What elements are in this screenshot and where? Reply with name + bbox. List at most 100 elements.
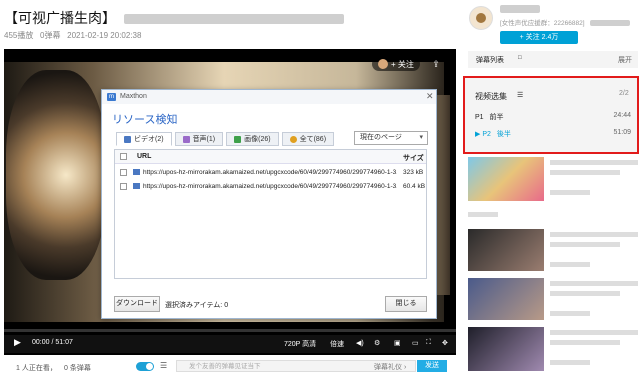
video-meta: 455播放 0弹幕 2021-02-19 20:02:38 bbox=[4, 30, 141, 41]
episode-duration: 24:44 bbox=[613, 112, 631, 119]
episode-count: 2/2 bbox=[619, 90, 629, 97]
fullscreen-icon[interactable]: ✥ bbox=[442, 339, 448, 347]
row-url: https://upos-hz-mirrorakam.akamaized.net… bbox=[143, 183, 397, 190]
player-follow-label: + 关注 bbox=[391, 59, 414, 69]
quality-select[interactable]: 720P 高清 bbox=[284, 339, 316, 349]
select-all-checkbox[interactable] bbox=[120, 153, 127, 160]
info-icon: □ bbox=[518, 55, 522, 61]
resource-list: URL サイズ https://upos-hz-mirrorakam.akama… bbox=[114, 149, 427, 279]
danmaku-toggle[interactable] bbox=[136, 362, 154, 371]
uploader-name-blurred[interactable] bbox=[500, 5, 540, 13]
danmaku-loaded: 0 条弹幕 bbox=[64, 365, 91, 372]
recommended-thumbnail[interactable] bbox=[468, 157, 544, 201]
row-checkbox[interactable] bbox=[120, 169, 127, 176]
tab-images-label: 画像(26) bbox=[244, 136, 271, 143]
uploader-avatar[interactable] bbox=[469, 6, 493, 30]
resource-tabs: ビデオ(2) 音声(1) 画像(26) 全て(86) bbox=[116, 132, 335, 146]
tab-all[interactable]: 全て(86) bbox=[281, 132, 335, 146]
danmaku-list-header[interactable]: 弹幕列表 □ 展开 bbox=[468, 51, 638, 68]
play-icon[interactable]: ▶ bbox=[14, 337, 21, 348]
episode-item[interactable]: P1 前半 24:44 bbox=[475, 112, 631, 122]
danmaku-bar: 1 人正在看， 0 条弹幕 ☰ 发个友善的弹幕见证当下 弹幕礼仪 › 发送 bbox=[4, 360, 456, 375]
episode-name: 後半 bbox=[496, 131, 511, 138]
recommended-meta-blurred bbox=[550, 360, 590, 365]
publish-date: 2021-02-19 20:02:38 bbox=[67, 31, 142, 40]
danmaku-etiquette-link[interactable]: 弹幕礼仪 › bbox=[374, 362, 406, 372]
pip-icon[interactable]: ▣ bbox=[394, 339, 401, 347]
recommended-title-blurred bbox=[550, 170, 620, 175]
episode-num: P2 bbox=[482, 131, 491, 138]
danmaku-placeholder: 发个友善的弹幕见证当下 bbox=[189, 363, 261, 370]
watching-count: 1 人正在看， bbox=[16, 365, 57, 372]
tab-video-label: ビデオ(2) bbox=[134, 136, 164, 143]
expand-button[interactable]: 展开 bbox=[618, 55, 632, 65]
episode-item-active[interactable]: ▶ P2 後半 51:09 bbox=[475, 129, 631, 139]
row-url: https://upos-hz-mirrorakam.akamaized.net… bbox=[143, 169, 397, 176]
recommended-title-blurred bbox=[550, 242, 620, 247]
image-icon bbox=[234, 135, 242, 143]
row-checkbox[interactable] bbox=[120, 183, 127, 190]
video-title: 【可视广播生肉】 bbox=[4, 8, 344, 28]
view-count: 455播放 bbox=[4, 31, 34, 40]
title-blurred bbox=[123, 14, 344, 25]
recommended-title-blurred[interactable] bbox=[550, 160, 638, 165]
recommended-meta-blurred bbox=[550, 311, 590, 316]
scope-select[interactable]: 現在のページ bbox=[354, 131, 428, 145]
maxthon-logo-icon: m bbox=[107, 93, 116, 101]
selected-count: 選択済みアイテム: 0 bbox=[165, 302, 229, 309]
episode-num: P1 bbox=[475, 114, 484, 121]
recommended-title-blurred[interactable] bbox=[550, 330, 638, 335]
recommended-title-blurred[interactable] bbox=[550, 281, 638, 286]
recommended-title-blurred bbox=[550, 340, 620, 345]
dialog-titlebar: Maxthon bbox=[102, 90, 436, 104]
tab-video[interactable]: ビデオ(2) bbox=[116, 132, 172, 146]
audio-icon bbox=[182, 135, 190, 143]
uploader-meta: [女性声优应援群：22266882] bbox=[500, 17, 631, 27]
playing-icon: ▶ bbox=[475, 131, 481, 138]
tab-images[interactable]: 画像(26) bbox=[226, 132, 279, 146]
close-icon[interactable]: ✕ bbox=[426, 91, 434, 102]
danmaku-list-label: 弹幕列表 bbox=[476, 57, 504, 64]
close-button[interactable]: 閉じる bbox=[385, 296, 427, 312]
recommended-thumbnail[interactable] bbox=[468, 278, 544, 320]
list-item[interactable]: https://upos-hz-mirrorakam.akamaized.net… bbox=[115, 166, 426, 179]
recommended-meta-blurred bbox=[550, 190, 590, 195]
follow-button[interactable]: + 关注 2.4万 bbox=[500, 31, 578, 44]
tab-audio[interactable]: 音声(1) bbox=[174, 132, 224, 146]
col-url: URL bbox=[137, 153, 152, 160]
danmaku-count: 0弹幕 bbox=[40, 31, 61, 40]
resource-sniffer-dialog: Maxthon m ✕ リソース検知 ビデオ(2) 音声(1) 画像(26) 全… bbox=[101, 89, 437, 319]
recommended-meta-blurred bbox=[468, 212, 498, 217]
video-icon bbox=[124, 135, 131, 143]
recommended-thumbnail[interactable] bbox=[468, 229, 544, 271]
dialog-heading: リソース検知 bbox=[112, 114, 178, 126]
title-text: 【可视广播生肉】 bbox=[4, 10, 116, 26]
player-controls: ▶ 00:00 / 51:07 720P 高清 倍速 ◀) ⚙ ▣ ▭ ⛶ ✥ bbox=[4, 335, 456, 353]
recommended-title-blurred bbox=[550, 291, 620, 296]
row-size: 60.4 kB bbox=[403, 183, 426, 190]
volume-icon[interactable]: ◀) bbox=[356, 339, 364, 347]
time-display: 00:00 / 51:07 bbox=[32, 339, 73, 346]
episode-list: 视频选集 ☰ 2/2 P1 前半 24:44 ▶ P2 後半 51:09 bbox=[463, 76, 639, 154]
fullscreen-page-icon[interactable]: ⛶ bbox=[426, 339, 431, 347]
dialog-app-name: Maxthon bbox=[120, 93, 147, 100]
player-follow-button[interactable]: + 关注 bbox=[372, 57, 420, 71]
recommended-title-blurred[interactable] bbox=[550, 232, 638, 237]
episode-list-title: 视频选集 bbox=[475, 92, 507, 101]
speed-select[interactable]: 倍速 bbox=[330, 339, 344, 349]
share-icon[interactable]: ⇪ bbox=[430, 58, 442, 70]
danmaku-settings-icon[interactable]: ☰ bbox=[160, 361, 167, 370]
download-button[interactable]: ダウンロード bbox=[114, 296, 160, 312]
send-button[interactable]: 发送 bbox=[417, 360, 447, 372]
progress-bar[interactable] bbox=[4, 329, 456, 332]
recommended-meta-blurred bbox=[550, 262, 590, 267]
row-size: 323 kB bbox=[403, 169, 424, 176]
uploader-meta-blurred bbox=[590, 20, 631, 27]
settings-icon[interactable]: ⚙ bbox=[374, 339, 380, 347]
widescreen-icon[interactable]: ▭ bbox=[412, 339, 419, 347]
recommended-thumbnail[interactable] bbox=[468, 327, 544, 371]
uploader-meta-text: [女性声优应援群：22266882] bbox=[500, 20, 585, 27]
list-item[interactable]: https://upos-hz-mirrorakam.akamaized.net… bbox=[115, 180, 426, 193]
episode-duration: 51:09 bbox=[613, 129, 631, 136]
tab-all-label: 全て(86) bbox=[299, 136, 327, 143]
